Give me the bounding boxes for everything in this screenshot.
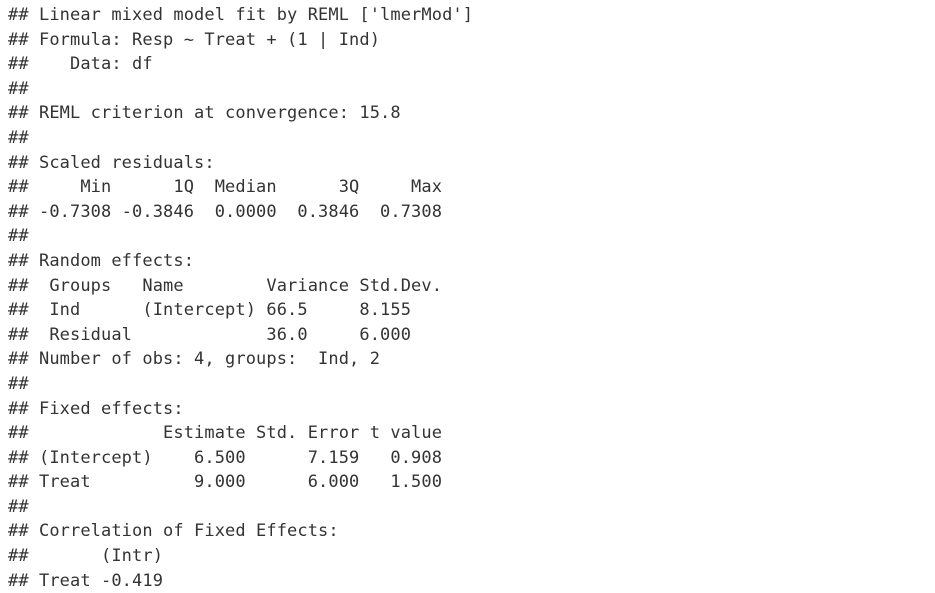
output-line-random-effects-ind: ## Ind (Intercept) 66.5 8.155 <box>8 300 412 321</box>
output-line-residuals-values: ## -0.7308 -0.3846 0.0000 0.3846 0.7308 <box>8 201 443 222</box>
output-line-fixed-effects-intercept: ## (Intercept) 6.500 7.159 0.908 <box>8 447 443 468</box>
output-line-random-effects-heading: ## Random effects: <box>8 250 195 271</box>
output-line-blank: ## <box>8 127 29 148</box>
output-line-residuals-header: ## Min 1Q Median 3Q Max <box>8 177 443 198</box>
output-line-correlation-heading: ## Correlation of Fixed Effects: <box>8 521 339 542</box>
output-line-blank: ## <box>8 226 29 247</box>
output-line-number-of-obs: ## Number of obs: 4, groups: Ind, 2 <box>8 349 381 370</box>
output-line-random-effects-residual: ## Residual 36.0 6.000 <box>8 324 412 345</box>
output-line-blank: ## <box>8 78 29 99</box>
output-line-correlation-treat: ## Treat -0.419 <box>8 570 164 591</box>
output-line-formula: ## Formula: Resp ~ Treat + (1 | Ind) <box>8 29 381 50</box>
output-line-model-type: ## Linear mixed model fit by REML ['lmer… <box>8 5 474 25</box>
output-line-blank: ## <box>8 373 29 394</box>
output-line-reml-criterion: ## REML criterion at convergence: 15.8 <box>8 103 401 124</box>
output-line-correlation-header: ## (Intr) <box>8 546 164 567</box>
output-line-scaled-residuals-heading: ## Scaled residuals: <box>8 152 215 173</box>
output-line-random-effects-header: ## Groups Name Variance Std.Dev. <box>8 275 443 296</box>
r-console-output: ## Linear mixed model fit by REML ['lmer… <box>8 3 473 593</box>
output-line-fixed-effects-treat: ## Treat 9.000 6.000 1.500 <box>8 472 443 493</box>
output-line-data: ## Data: df <box>8 54 153 75</box>
output-line-blank: ## <box>8 496 29 517</box>
output-line-fixed-effects-header: ## Estimate Std. Error t value <box>8 423 443 444</box>
output-line-fixed-effects-heading: ## Fixed effects: <box>8 398 184 419</box>
